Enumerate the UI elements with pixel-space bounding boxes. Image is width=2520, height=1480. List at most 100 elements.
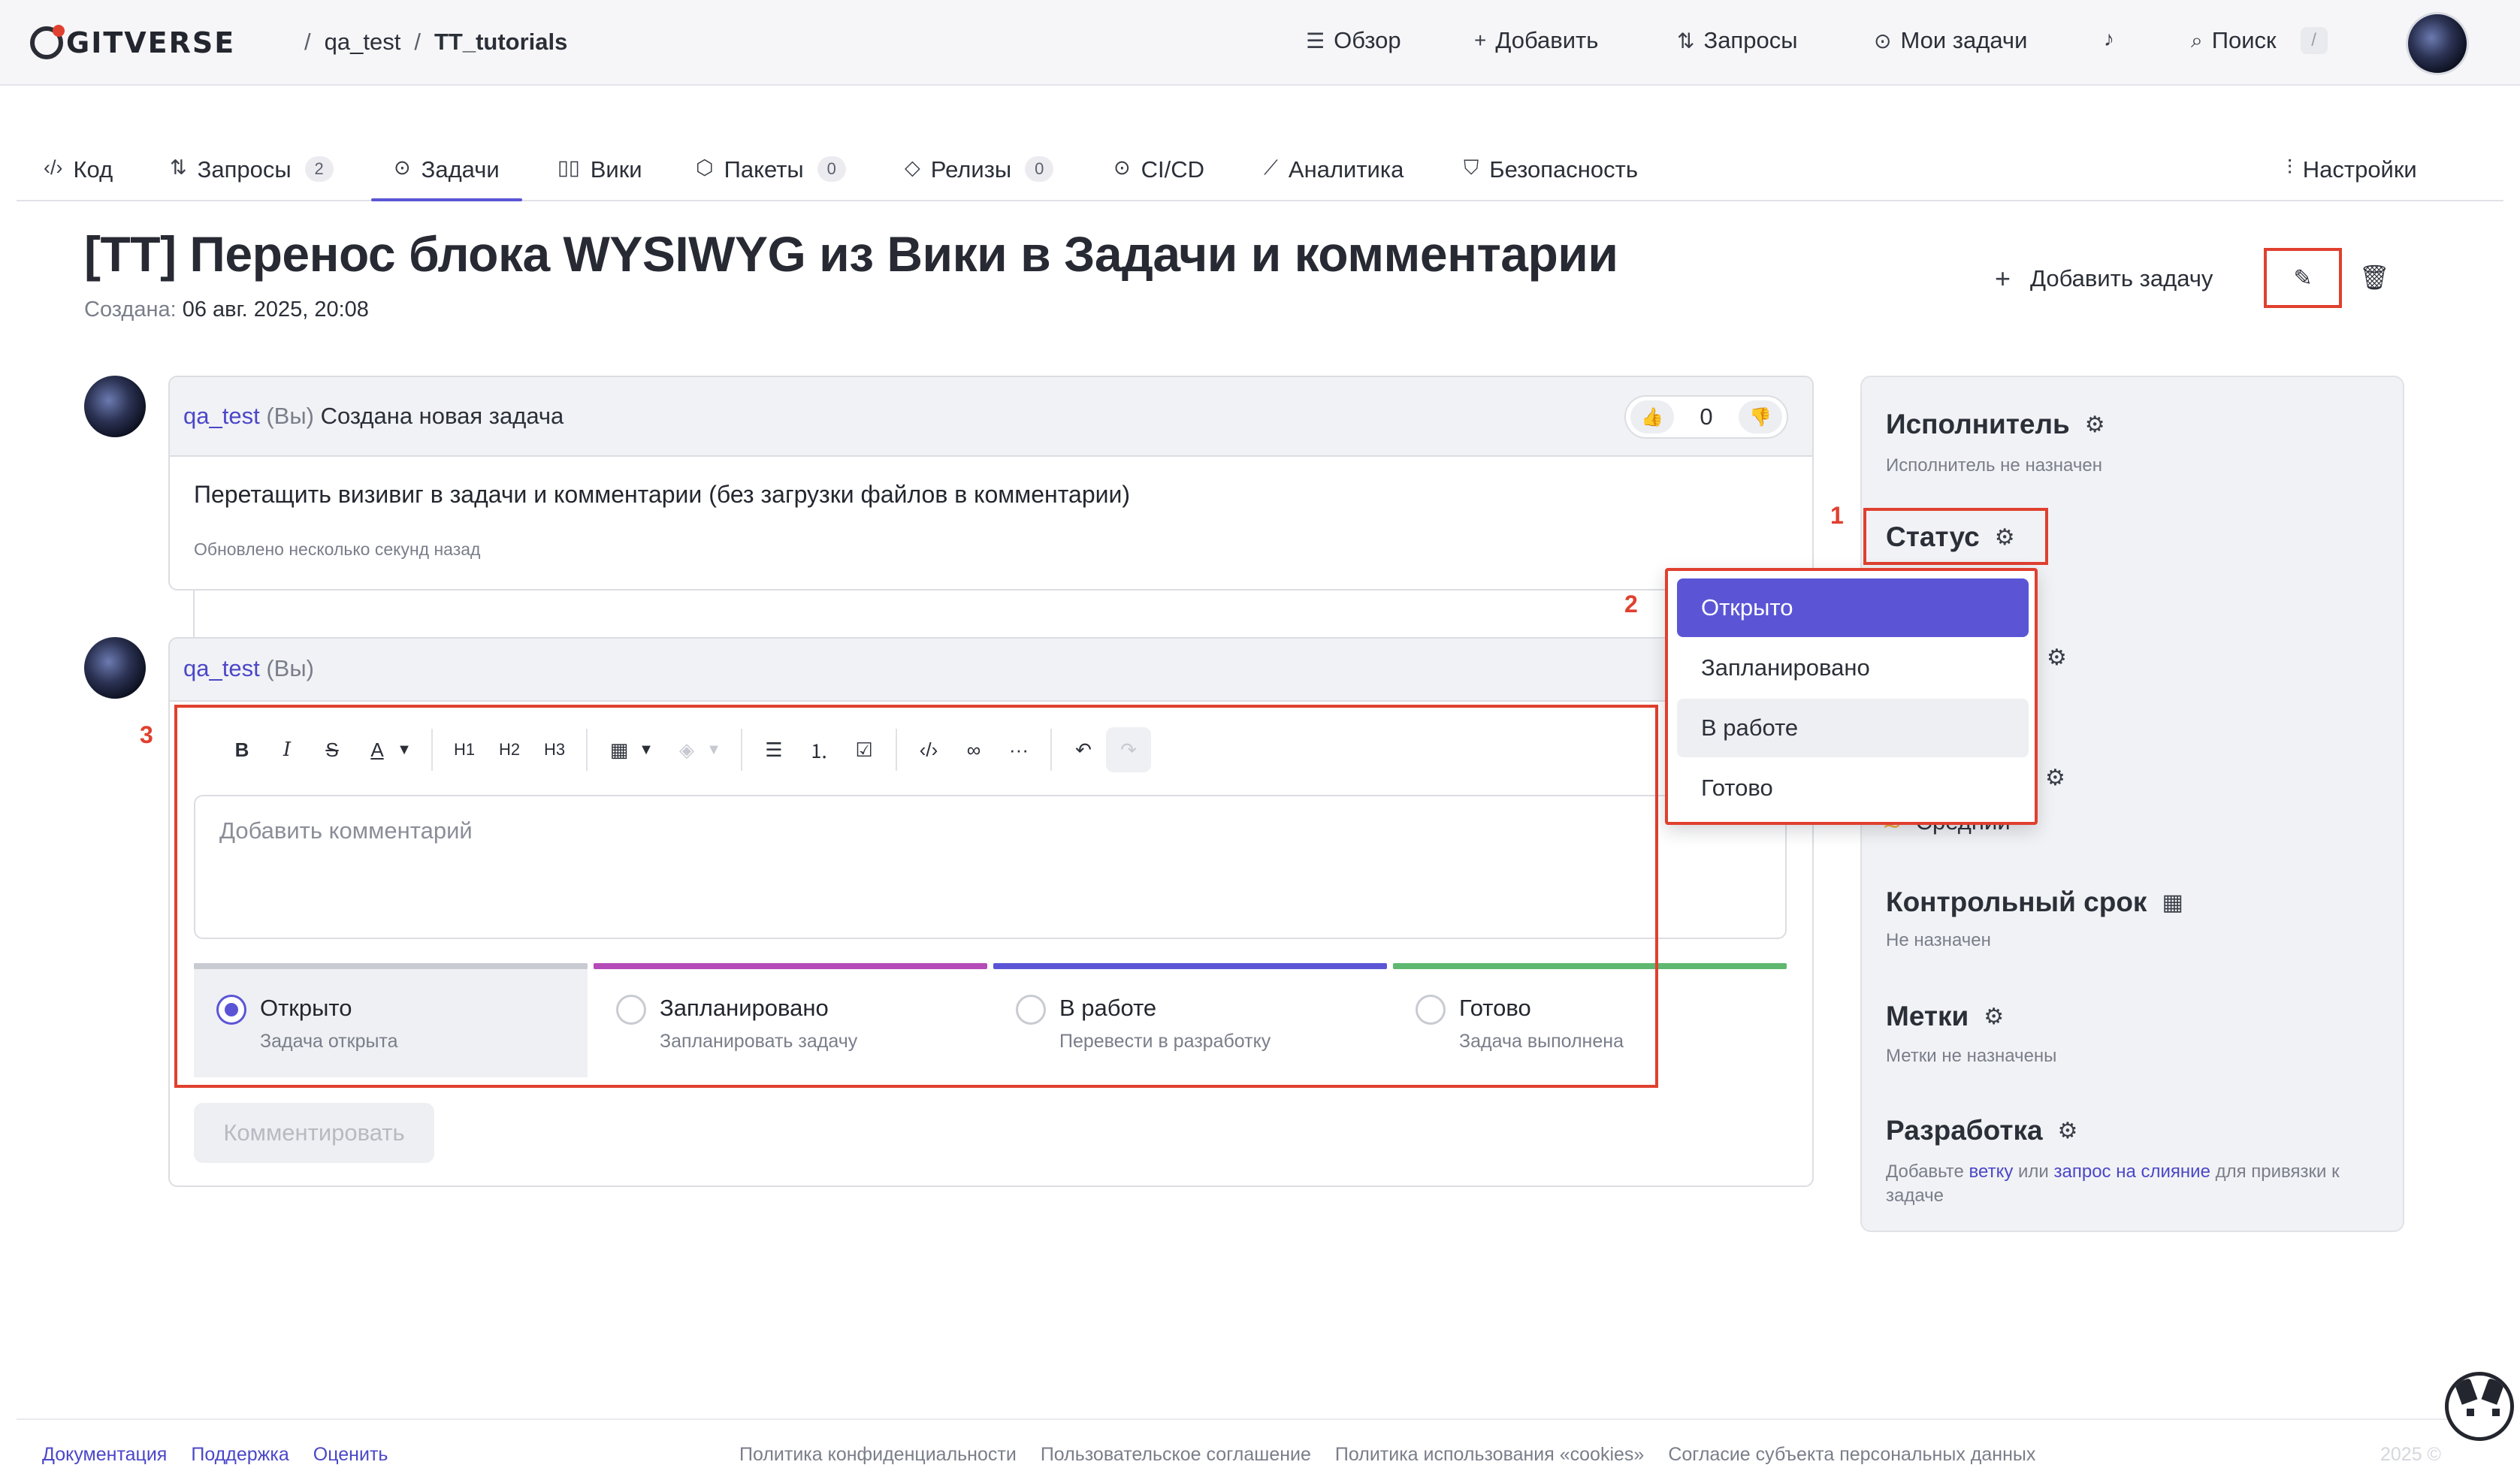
breadcrumb-owner[interactable]: qa_test <box>325 29 401 56</box>
avatar[interactable] <box>84 637 146 699</box>
dropdown-option-open[interactable]: Открыто <box>1677 578 2029 637</box>
nav-add[interactable]: + Добавить <box>1474 27 1598 54</box>
author-link[interactable]: qa_test <box>183 655 260 681</box>
nav-my-tasks[interactable]: ⊙ Мои задачи <box>1874 27 2027 54</box>
composer-author: qa_test (Вы) <box>183 655 314 682</box>
tab-releases-label: Релизы <box>930 156 1012 183</box>
thumbs-up-button[interactable]: 👍 <box>1630 400 1674 433</box>
issue-description-card: qa_test (Вы) Создана новая задача 👍 0 👎 … <box>168 376 1814 590</box>
tab-packages-label: Пакеты <box>724 156 804 183</box>
development-text: или <box>2018 1161 2049 1182</box>
notifications-button[interactable]: ♪ <box>2104 27 2114 51</box>
gear-icon[interactable]: ⚙ <box>1984 1004 2004 1030</box>
book-icon: ▯▯ <box>557 156 580 179</box>
trash-icon: 🗑 <box>2359 264 2390 291</box>
labels-section-title: Метки ⚙ <box>1886 1001 2004 1032</box>
logo-mark-icon <box>30 25 65 59</box>
author-you-marker: (Вы) <box>266 403 314 429</box>
issue-created-date: Создана: 06 авг. 2025, 20:08 <box>84 298 369 322</box>
nav-overview-label: Обзор <box>1334 27 1401 53</box>
issue-description-text: Перетащить визивиг в задачи и комментари… <box>194 481 1131 508</box>
event-action: Создана новая задача <box>320 403 564 429</box>
tab-releases-count: 0 <box>1025 156 1054 182</box>
tab-packages[interactable]: ⬡ Пакеты 0 <box>696 150 846 200</box>
gear-icon[interactable]: ⚙ <box>2047 645 2067 671</box>
plus-icon: + <box>1995 263 2011 294</box>
issue-title: [TT] Перенос блока WYSIWYG из Вики в Зад… <box>84 226 1618 282</box>
development-text: Добавьте <box>1886 1161 1964 1182</box>
dropdown-option-in-progress[interactable]: В работе <box>1677 699 2029 757</box>
search-shortcut-hint: / <box>2300 27 2328 54</box>
tab-ci-cd[interactable]: ⊙ CI/CD <box>1113 150 1204 200</box>
annotation-number: 3 <box>140 721 153 748</box>
settings-icon: ⫶ <box>2287 156 2292 179</box>
footer-link-terms[interactable]: Пользовательское соглашение <box>1041 1444 1311 1466</box>
footer-link-cookies[interactable]: Политика использования «cookies» <box>1335 1444 1644 1466</box>
author-link[interactable]: qa_test <box>183 403 260 429</box>
development-title: Разработка <box>1886 1115 2043 1146</box>
annotation-number: 2 <box>1624 590 1638 618</box>
logo-text: GITVERSE <box>66 26 236 59</box>
tab-settings[interactable]: ⫶ Настройки <box>2287 150 2417 200</box>
issue-icon: ⊙ <box>1874 29 1892 53</box>
search-icon: ⌕ <box>2191 28 2203 52</box>
breadcrumb-separator: / <box>304 29 311 55</box>
event-author: qa_test (Вы) Создана новая задача <box>183 403 564 430</box>
assignee-value: Исполнитель не назначен <box>1886 455 2102 476</box>
issue-icon: ⊙ <box>394 156 411 179</box>
thumbs-down-button[interactable]: 👎 <box>1739 400 1782 433</box>
tab-security[interactable]: ⛉ Безопасность <box>1464 150 1638 200</box>
avatar[interactable] <box>84 376 146 437</box>
tab-requests-label: Запросы <box>197 156 292 183</box>
page-footer: Документация Поддержка Оценить Политика … <box>17 1418 2503 1480</box>
branch-link[interactable]: ветку <box>1969 1161 2014 1182</box>
pencil-icon: ✎ <box>2293 265 2313 291</box>
tab-releases[interactable]: ◇ Релизы 0 <box>905 150 1054 200</box>
footer-link-privacy[interactable]: Политика конфиденциальности <box>739 1444 1017 1466</box>
gear-icon[interactable]: ⚙ <box>2058 1118 2078 1144</box>
tab-code[interactable]: ‹/› Код <box>44 150 113 200</box>
development-section-title: Разработка ⚙ <box>1886 1115 2077 1146</box>
footer-link-support[interactable]: Поддержка <box>191 1444 289 1466</box>
dropdown-option-planned[interactable]: Запланировано <box>1677 639 2029 697</box>
deadline-section-title: Контрольный срок ▦ <box>1886 886 2183 918</box>
calendar-icon[interactable]: ▦ <box>2162 890 2183 916</box>
tab-security-label: Безопасность <box>1489 156 1638 183</box>
annotation-box-editor <box>174 705 1658 1088</box>
gitverse-logo[interactable]: GITVERSE <box>30 25 236 59</box>
delete-issue-button[interactable]: 🗑 <box>2359 263 2390 291</box>
footer-legal-links: Политика конфиденциальности Пользователь… <box>739 1444 2035 1466</box>
mascot-assistant-icon[interactable] <box>2445 1372 2514 1441</box>
merge-request-link[interactable]: запрос на слияние <box>2054 1161 2210 1182</box>
footer-link-rate[interactable]: Оценить <box>313 1444 388 1466</box>
nav-overview[interactable]: ☰ Обзор <box>1306 27 1401 54</box>
author-you-marker: (Вы) <box>266 655 314 681</box>
tab-analytics[interactable]: ⟋ Аналитика <box>1264 150 1404 200</box>
nav-search[interactable]: ⌕ Поиск / <box>2191 27 2328 54</box>
reactions-widget: 👍 0 👎 <box>1624 395 1788 439</box>
assignee-title: Исполнитель <box>1886 409 2070 439</box>
comment-composer-header: qa_test (Вы) <box>170 639 1812 702</box>
gear-icon[interactable]: ⚙ <box>2045 765 2065 791</box>
tab-requests[interactable]: ⇅ Запросы 2 <box>170 150 334 200</box>
issue-updated-time: Обновлено несколько секунд назад <box>194 539 481 559</box>
nav-requests[interactable]: ⇅ Запросы <box>1677 27 1797 54</box>
user-avatar[interactable] <box>2406 12 2469 75</box>
footer-link-consent[interactable]: Согласие субъекта персональных данных <box>1668 1444 2035 1466</box>
tab-ci-cd-label: CI/CD <box>1141 156 1205 183</box>
submit-comment-button[interactable]: Комментировать <box>194 1103 434 1163</box>
tab-wiki[interactable]: ▯▯ Вики <box>557 150 642 200</box>
edit-issue-button[interactable]: ✎ <box>2264 248 2342 308</box>
thumbs-up-icon: 👍 <box>1641 406 1663 427</box>
mascot-eyes <box>2467 1409 2500 1416</box>
footer-link-docs[interactable]: Документация <box>42 1444 167 1466</box>
dropdown-option-done[interactable]: Готово <box>1677 759 2029 817</box>
code-icon: ‹/› <box>44 156 63 179</box>
tab-wiki-label: Вики <box>590 156 642 183</box>
tab-issues[interactable]: ⊙ Задачи <box>371 150 522 201</box>
merge-icon: ⇅ <box>170 156 187 179</box>
gear-icon[interactable]: ⚙ <box>2085 412 2105 438</box>
repo-tabs: ‹/› Код ⇅ Запросы 2 ⊙ Задачи ▯▯ Вики ⬡ П… <box>17 150 2503 201</box>
add-task-button[interactable]: + Добавить задачу <box>1995 263 2213 294</box>
breadcrumb-repo[interactable]: TT_tutorials <box>434 29 567 56</box>
